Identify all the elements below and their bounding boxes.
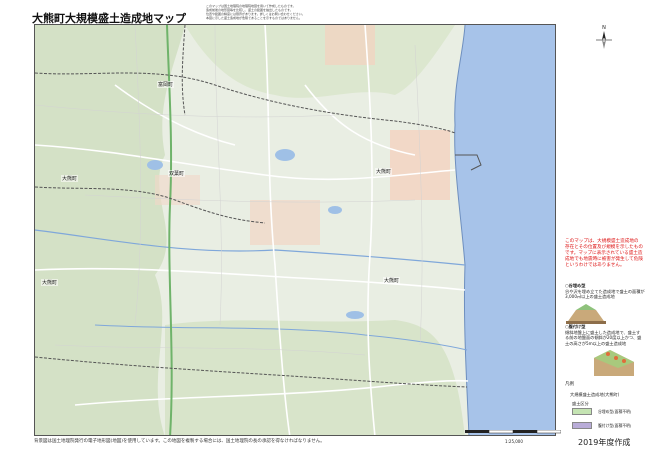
place-label: 富岡町 [157, 81, 175, 88]
pond [328, 206, 342, 214]
pond [275, 149, 295, 161]
scale-label: 1:25,000 [505, 439, 523, 444]
place-label: 大熊町 [375, 168, 393, 175]
map-graphic [35, 25, 555, 435]
place-label: 大熊町 [383, 277, 401, 284]
valley-fill-illustration-icon [566, 304, 606, 324]
legend-type2: ○腹付け型 傾斜地盤上に盛土した造成地で、盛土する前の地盤面の傾斜が20度以上か… [565, 324, 643, 346]
pond [346, 311, 364, 319]
legend-item: 腹付け型(面積不明) [572, 422, 631, 429]
legend-type1-text: 谷や沢を埋め立てた造成地で盛土の面積が3,000㎡以上の盛土造成地 [565, 288, 645, 300]
sea-area [454, 25, 555, 435]
north-arrow-icon: N [596, 25, 612, 49]
footer-note: 背景図は国土地理院発行の電子地形図(地図)を使用しています。この地図を複製する場… [34, 439, 325, 444]
header-note-line: 本図に示した盛土造成地が危険であることを示すものではありません。 [206, 16, 302, 20]
legend-swatch [572, 408, 592, 415]
place-label: 大熊町 [41, 279, 59, 286]
legend-name: 大規模盛土造成地(大熊町) [570, 392, 620, 397]
map-canvas[interactable]: 富岡町 双葉町 大熊町 大熊町 大熊町 大熊町 [34, 24, 556, 436]
info-text: このマップは、大規模盛土造成地の存在とその位置及び規模を示したものです。マップに… [565, 239, 643, 268]
legend-item-label: 谷埋め型(面積不明) [598, 408, 632, 414]
side-fill-illustration-icon [594, 350, 634, 376]
legend-item-label: 腹付け型(面積不明) [598, 422, 632, 428]
legend-item: 谷埋め型(面積不明) [572, 408, 631, 415]
pond [147, 160, 163, 170]
legend-type2-text: 傾斜地盤上に盛土した造成地で、盛土する前の地盤面の傾斜が20度以上かつ、盛土の高… [565, 329, 642, 346]
legend-type1: ○谷埋め型 谷や沢を埋め立てた造成地で盛土の面積が3,000㎡以上の盛土造成地 [565, 283, 647, 300]
legend-title: 凡例 [565, 382, 574, 387]
creation-year: 2019年度作成 [578, 438, 631, 447]
place-label: 大熊町 [61, 175, 79, 182]
urban-patch [155, 175, 200, 205]
svg-text:N: N [602, 25, 606, 31]
legend-swatch [572, 422, 592, 429]
urban-patch [390, 130, 450, 200]
header-notes: このマップは国土地理院の地理院地図を用いて作成したものです。 造成前後の地形図等… [206, 4, 468, 20]
legend-division-title: 盛土区分 [572, 401, 589, 406]
place-label: 双葉町 [168, 170, 186, 177]
